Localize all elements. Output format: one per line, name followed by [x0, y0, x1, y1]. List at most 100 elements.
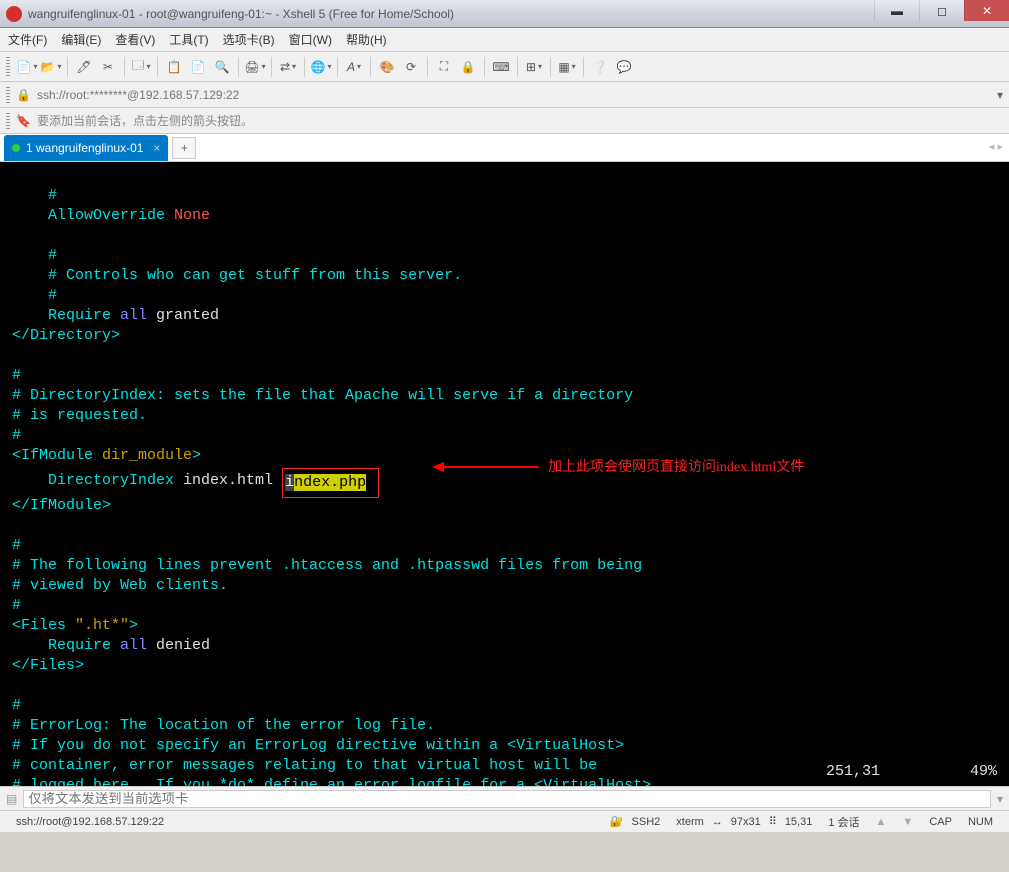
- titlebar: wangruifenglinux-01 - root@wangruifeng-0…: [0, 0, 1009, 28]
- term-line: Require: [12, 307, 120, 324]
- addr-grip[interactable]: [6, 87, 10, 103]
- address-text[interactable]: ssh://root:********@192.168.57.129:22: [37, 88, 997, 102]
- properties-button[interactable]: 🗔: [130, 56, 152, 78]
- address-dropdown[interactable]: ▾: [997, 88, 1003, 102]
- nav-up-icon[interactable]: ▲: [876, 816, 887, 828]
- menu-tools[interactable]: 工具(T): [169, 31, 208, 48]
- status-size: 97x31: [731, 816, 761, 828]
- keyboard-button[interactable]: ⌨: [490, 56, 512, 78]
- status-bar: ssh://root@192.168.57.129:22 🔐 SSH2 xter…: [0, 810, 1009, 832]
- scroll-pct: 49%: [970, 763, 997, 780]
- term-line: </IfModule>: [12, 497, 111, 514]
- term-line: #: [12, 537, 21, 554]
- hint-grip[interactable]: [6, 113, 10, 129]
- term-line: granted: [156, 307, 219, 324]
- lock-button[interactable]: 🔒: [457, 56, 479, 78]
- term-line: # viewed by Web clients.: [12, 577, 228, 594]
- reconnect-button[interactable]: 🖊: [73, 56, 95, 78]
- menu-window[interactable]: 窗口(W): [289, 31, 332, 48]
- term-line: all: [120, 307, 156, 324]
- status-protocol: SSH2: [632, 816, 661, 828]
- tile-button[interactable]: ▦: [556, 56, 578, 78]
- term-line: i: [285, 474, 294, 491]
- menu-view[interactable]: 查看(V): [115, 31, 155, 48]
- term-line: # logged here. If you *do* define an err…: [12, 777, 651, 786]
- status-num: NUM: [968, 816, 993, 828]
- copy-button[interactable]: 📋: [163, 56, 185, 78]
- refresh-button[interactable]: ⟳: [400, 56, 422, 78]
- color-button[interactable]: 🎨: [376, 56, 398, 78]
- help-button[interactable]: ❔: [589, 56, 611, 78]
- send-input[interactable]: [23, 790, 991, 808]
- term-line: all: [120, 637, 156, 654]
- term-line: #: [12, 427, 21, 444]
- tab-nav[interactable]: ◂ ▸: [989, 140, 1003, 153]
- term-line: # container, error messages relating to …: [12, 757, 597, 774]
- close-button[interactable]: ✕: [964, 0, 1009, 21]
- term-line: #: [12, 187, 57, 204]
- print-button[interactable]: 🖨: [244, 56, 266, 78]
- address-bar: 🔒 ssh://root:********@192.168.57.129:22 …: [0, 82, 1009, 108]
- language-button[interactable]: 🌐: [310, 56, 332, 78]
- disconnect-button[interactable]: ✂: [97, 56, 119, 78]
- arrow-head-icon: [432, 462, 444, 472]
- hint-text: 要添加当前会话，点击左侧的箭头按钮。: [37, 112, 253, 129]
- minimize-button[interactable]: ▬: [874, 0, 919, 21]
- term-line: #: [12, 287, 57, 304]
- chat-button[interactable]: 💬: [613, 56, 635, 78]
- menu-file[interactable]: 文件(F): [8, 31, 47, 48]
- menubar: 文件(F) 编辑(E) 查看(V) 工具(T) 选项卡(B) 窗口(W) 帮助(…: [0, 28, 1009, 52]
- term-line: # Controls who can get stuff from this s…: [12, 267, 462, 284]
- tab-label: 1 wangruifenglinux-01: [26, 141, 143, 155]
- menu-tabs[interactable]: 选项卡(B): [223, 31, 275, 48]
- menu-help[interactable]: 帮助(H): [346, 31, 387, 48]
- maximize-button[interactable]: ◻: [919, 0, 964, 21]
- app-icon: [6, 6, 22, 22]
- send-target-dropdown[interactable]: ▾: [997, 792, 1003, 806]
- send-icon[interactable]: ▤: [6, 792, 17, 806]
- term-line: # If you do not specify an ErrorLog dire…: [12, 737, 624, 754]
- status-term: xterm: [676, 816, 704, 828]
- term-line: >: [192, 447, 201, 464]
- term-line: index.html: [183, 472, 282, 489]
- status-cap: CAP: [929, 816, 952, 828]
- open-button[interactable]: 📂: [40, 56, 62, 78]
- bookmark-icon[interactable]: 🔖: [16, 114, 31, 128]
- nav-down-icon[interactable]: ▼: [902, 816, 913, 828]
- tab-close-icon[interactable]: ×: [153, 141, 160, 155]
- term-line: #: [12, 597, 21, 614]
- size-icon: ↔: [712, 816, 723, 828]
- vim-status: 251,31 49%: [826, 762, 997, 782]
- term-line: # is requested.: [12, 407, 147, 424]
- term-line: #: [12, 247, 57, 264]
- cursor-icon: ⠿: [769, 815, 777, 828]
- transfer-button[interactable]: ⇄: [277, 56, 299, 78]
- term-line: #: [12, 697, 21, 714]
- session-tab[interactable]: 1 wangruifenglinux-01 ×: [4, 135, 168, 161]
- new-tab-button[interactable]: +: [172, 137, 196, 159]
- status-connection: ssh://root@192.168.57.129:22: [16, 816, 164, 828]
- window-title: wangruifenglinux-01 - root@wangruifeng-0…: [28, 7, 874, 21]
- cursor-pos: 251,31: [826, 763, 880, 780]
- layout-button[interactable]: ⊞: [523, 56, 545, 78]
- paste-button[interactable]: 📄: [187, 56, 209, 78]
- new-session-button[interactable]: 📄: [16, 56, 38, 78]
- terminal[interactable]: # AllowOverride None # # Controls who ca…: [0, 162, 1009, 786]
- font-button[interactable]: A: [343, 56, 365, 78]
- term-line: </Directory>: [12, 327, 120, 344]
- toolbar: 📄 📂 🖊 ✂ 🗔 📋 📄 🔍 🖨 ⇄ 🌐 A 🎨 ⟳ ⛶ 🔒 ⌨ ⊞ ▦ ❔ …: [0, 52, 1009, 82]
- lock-icon: 🔒: [16, 88, 31, 102]
- term-line: None: [174, 207, 210, 224]
- term-line: >: [129, 617, 138, 634]
- highlight-box: index.php: [282, 468, 379, 498]
- find-button[interactable]: 🔍: [211, 56, 233, 78]
- term-line: <IfModule: [12, 447, 102, 464]
- fullscreen-button[interactable]: ⛶: [433, 56, 455, 78]
- term-line: ".ht*": [75, 617, 129, 634]
- term-line: # DirectoryIndex: sets the file that Apa…: [12, 387, 633, 404]
- term-line: ndex.php: [294, 474, 366, 491]
- menu-edit[interactable]: 编辑(E): [61, 31, 101, 48]
- send-bar: ▤ ▾: [0, 786, 1009, 810]
- toolbar-grip[interactable]: [6, 57, 10, 77]
- term-line: # The following lines prevent .htaccess …: [12, 557, 642, 574]
